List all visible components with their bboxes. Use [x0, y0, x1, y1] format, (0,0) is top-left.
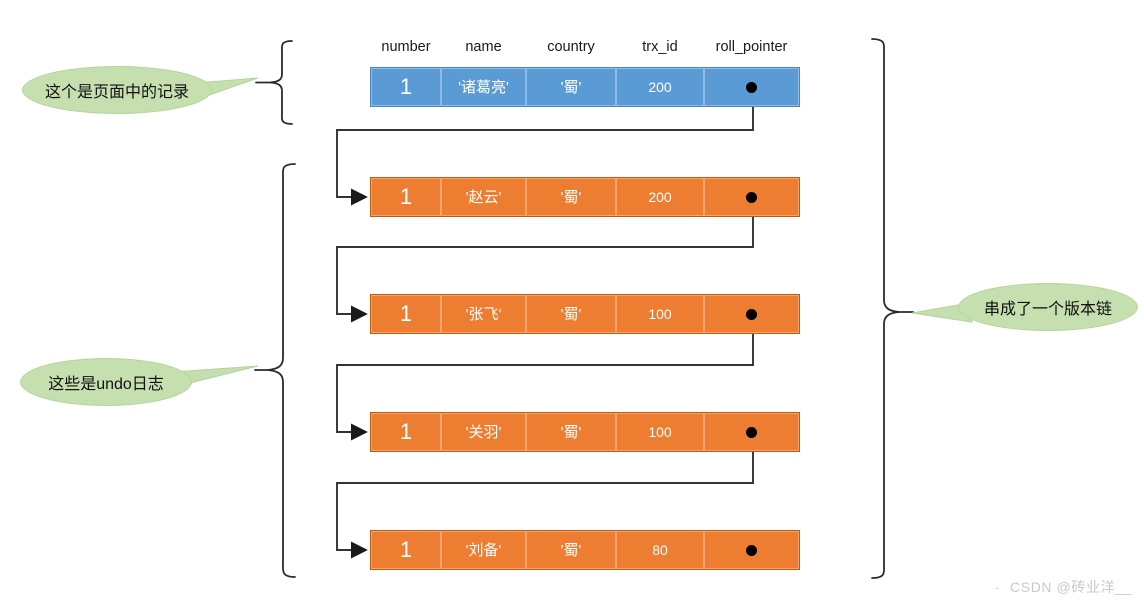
callout-chain-label: 串成了一个版本链 [958, 283, 1138, 331]
roll-pointer-dot-icon [746, 544, 757, 556]
undo-row-4[interactable]: 1 '刘备' '蜀' 80 [370, 530, 800, 570]
cell-number: 1 [371, 68, 441, 106]
callout-undo-label: 这些是undo日志 [20, 358, 192, 406]
cell-trx-id: 200 [616, 178, 704, 216]
watermark: - CSDN @砖业洋__ [995, 577, 1132, 597]
cell-name: '诸葛亮' [441, 68, 526, 106]
brace-chain [871, 38, 914, 579]
cell-country: '蜀' [526, 295, 616, 333]
column-header-number: number [381, 39, 431, 55]
column-header-country: country [547, 39, 595, 55]
cell-country: '蜀' [526, 178, 616, 216]
cell-country: '蜀' [526, 68, 616, 106]
cell-trx-id: 80 [616, 531, 704, 569]
callout-record-label: 这个是页面中的记录 [22, 66, 212, 114]
cell-name: '关羽' [441, 413, 526, 451]
cell-number: 1 [371, 295, 441, 333]
undo-row-1[interactable]: 1 '赵云' '蜀' 200 [370, 177, 800, 217]
cell-country: '蜀' [526, 413, 616, 451]
undo-row-2[interactable]: 1 '张飞' '蜀' 100 [370, 294, 800, 334]
column-header-trx-id: trx_id [642, 39, 678, 55]
cell-roll-pointer [704, 68, 799, 106]
diagram-canvas: number name country trx_id roll_pointer … [0, 0, 1144, 605]
cell-number: 1 [371, 531, 441, 569]
cell-roll-pointer [704, 295, 799, 333]
cell-name: '张飞' [441, 295, 526, 333]
cell-number: 1 [371, 413, 441, 451]
watermark-dash: - [994, 579, 1001, 595]
cell-trx-id: 100 [616, 295, 704, 333]
column-header-row: number name country trx_id roll_pointer [371, 36, 799, 58]
undo-row-3[interactable]: 1 '关羽' '蜀' 100 [370, 412, 800, 452]
cell-roll-pointer [704, 178, 799, 216]
cell-trx-id: 100 [616, 413, 704, 451]
record-row-page[interactable]: 1 '诸葛亮' '蜀' 200 [370, 67, 800, 107]
cell-name: '刘备' [441, 531, 526, 569]
column-header-name: name [465, 39, 502, 55]
column-header-roll-pointer: roll_pointer [715, 39, 788, 55]
cell-roll-pointer [704, 413, 799, 451]
cell-trx-id: 200 [616, 68, 704, 106]
watermark-text: CSDN @砖业洋__ [1010, 579, 1132, 595]
cell-roll-pointer [704, 531, 799, 569]
roll-pointer-dot-icon [746, 81, 757, 93]
brace-undo [254, 163, 296, 578]
cell-name: '赵云' [441, 178, 526, 216]
cell-number: 1 [371, 178, 441, 216]
roll-pointer-dot-icon [746, 308, 757, 320]
brace-record [255, 40, 293, 125]
roll-pointer-dot-icon [746, 426, 757, 438]
cell-country: '蜀' [526, 531, 616, 569]
roll-pointer-dot-icon [746, 191, 757, 203]
